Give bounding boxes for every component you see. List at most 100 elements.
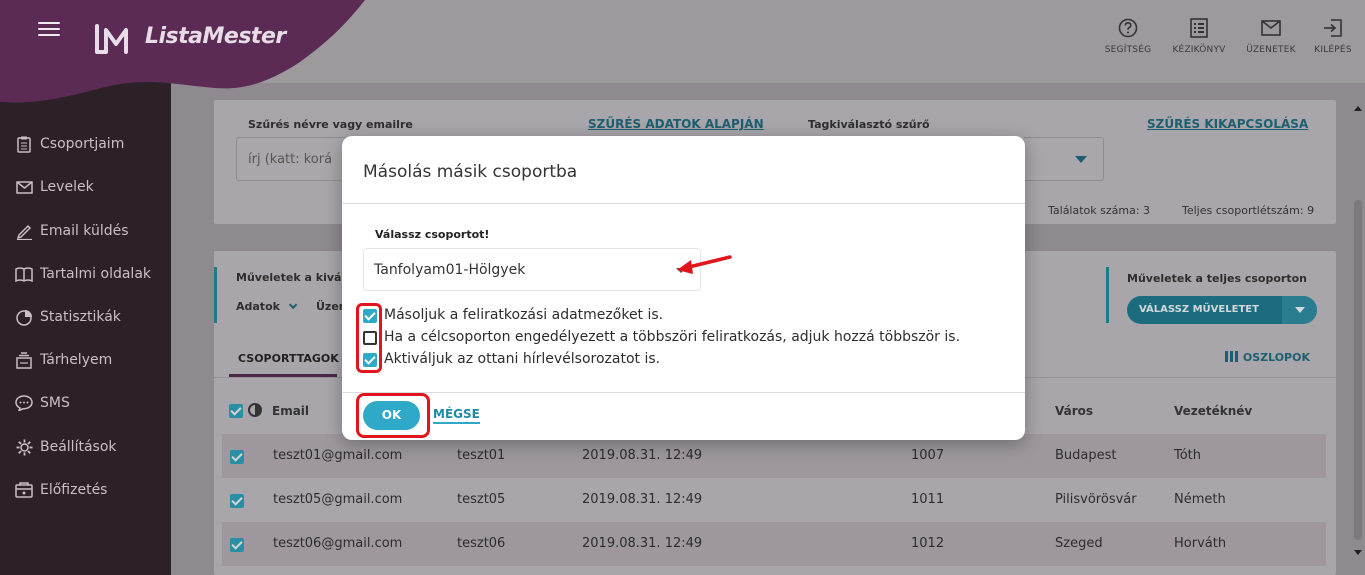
messages-label: ÜZENETEK bbox=[1246, 45, 1296, 55]
name-filter-input[interactable]: írj (katt: korá bbox=[236, 137, 356, 181]
cell-city: Pilisvörösvár bbox=[1055, 492, 1137, 507]
cell-lastname: Németh bbox=[1174, 492, 1226, 507]
gear-icon bbox=[14, 438, 34, 456]
pie-chart-icon bbox=[14, 308, 34, 326]
pencil-icon bbox=[14, 222, 34, 240]
logout-button[interactable]: KILÉPÉS bbox=[1309, 16, 1357, 55]
sidebar-item-label: Tartalmi oldalak bbox=[40, 266, 152, 282]
scrollbar[interactable] bbox=[1350, 100, 1365, 575]
dialog-title: Másolás másik csoportba bbox=[363, 162, 578, 182]
divider bbox=[1106, 267, 1109, 323]
disable-filter-link[interactable]: SZŰRÉS KIKAPCSOLÁSA bbox=[1147, 117, 1308, 131]
table-row[interactable]: teszt05@gmail.com teszt05 2019.08.31. 12… bbox=[222, 478, 1326, 522]
dropdown-toggle[interactable] bbox=[1282, 296, 1317, 324]
divider bbox=[214, 267, 217, 323]
selected-actions-label: Műveletek a kivál bbox=[236, 271, 346, 284]
table-row[interactable]: teszt01@gmail.com teszt01 2019.08.31. 12… bbox=[222, 434, 1326, 478]
cell-email: teszt06@gmail.com bbox=[273, 536, 403, 551]
tag-filter-select[interactable] bbox=[1024, 137, 1104, 181]
book-icon bbox=[14, 265, 34, 283]
row-checkbox[interactable] bbox=[230, 538, 244, 552]
storage-icon bbox=[14, 351, 34, 369]
sidebar-item-statistics[interactable]: Statisztikák bbox=[14, 308, 121, 326]
help-button[interactable]: SEGÍTSÉG bbox=[1098, 16, 1158, 55]
logout-icon bbox=[1309, 16, 1357, 40]
cell-zip: 1011 bbox=[911, 492, 945, 507]
table-row[interactable]: teszt06@gmail.com teszt06 2019.08.31. 12… bbox=[222, 522, 1326, 566]
select-all-checkbox[interactable] bbox=[229, 404, 243, 418]
data-menu-label: Adatok bbox=[236, 300, 280, 313]
activate-series-label: Aktiváljuk az ottani hírlevélsorozatot i… bbox=[384, 351, 661, 367]
columns-label: OSZLOPOK bbox=[1242, 351, 1310, 364]
chevron-down-icon bbox=[1295, 307, 1305, 313]
column-header-lastname[interactable]: Vezetéknév bbox=[1174, 404, 1252, 418]
cell-date: 2019.08.31. 12:49 bbox=[582, 448, 703, 463]
name-filter-label: Szűrés névre vagy emailre bbox=[248, 118, 413, 131]
sidebar-item-label: Csoportjaim bbox=[40, 136, 125, 152]
scroll-down-icon[interactable] bbox=[1354, 550, 1362, 555]
sidebar-item-subscription[interactable]: Előfizetés bbox=[14, 481, 107, 499]
multi-subscribe-label: Ha a célcsoporton engedélyezett a többsz… bbox=[384, 329, 961, 345]
cell-city: Budapest bbox=[1055, 448, 1117, 463]
choose-action-label: VÁLASSZ MŰVELETET bbox=[1139, 304, 1259, 315]
logo-icon bbox=[94, 24, 140, 58]
sidebar-item-content-pages[interactable]: Tartalmi oldalak bbox=[14, 265, 151, 283]
ok-highlight bbox=[356, 393, 430, 438]
cell-date: 2019.08.31. 12:49 bbox=[582, 536, 703, 551]
group-select-label: Válassz csoportot! bbox=[375, 228, 490, 241]
contrast-icon[interactable] bbox=[248, 403, 262, 417]
sidebar-item-sms[interactable]: SMS bbox=[14, 394, 70, 412]
subscription-icon bbox=[14, 481, 34, 499]
cell-email: teszt05@gmail.com bbox=[273, 492, 403, 507]
name-filter-placeholder: írj (katt: korá bbox=[248, 152, 333, 167]
filter-by-data-link[interactable]: SZŰRÉS ADATOK ALAPJÁN bbox=[588, 117, 764, 131]
data-menu[interactable]: Adatok bbox=[236, 300, 298, 313]
scrollbar-thumb[interactable] bbox=[1354, 200, 1362, 540]
group-select[interactable]: Tanfolyam01-Hölgyek bbox=[363, 248, 701, 291]
cancel-button[interactable]: MÉGSE bbox=[433, 407, 480, 424]
sidebar-item-letters[interactable]: Levelek bbox=[14, 178, 94, 196]
annotation-arrow-icon bbox=[677, 255, 732, 274]
menu-icon[interactable] bbox=[38, 22, 60, 38]
group-actions-label: Műveletek a teljes csoporton bbox=[1127, 272, 1307, 285]
row-checkbox[interactable] bbox=[230, 494, 244, 508]
cell-user: teszt06 bbox=[457, 536, 506, 551]
copy-group-dialog: Másolás másik csoportba Válassz csoporto… bbox=[342, 136, 1025, 440]
columns-icon bbox=[1225, 351, 1239, 362]
chevron-down-icon bbox=[1075, 156, 1087, 163]
column-header-email[interactable]: Email bbox=[272, 404, 309, 418]
tag-filter-label: Tagkiválasztó szűrő bbox=[808, 118, 930, 131]
messages-button[interactable]: ÜZENETEK bbox=[1241, 16, 1301, 55]
manual-icon bbox=[1166, 16, 1232, 40]
scroll-up-icon[interactable] bbox=[1354, 106, 1362, 111]
logout-label: KILÉPÉS bbox=[1314, 45, 1352, 55]
group-select-value: Tanfolyam01-Hölgyek bbox=[374, 262, 526, 278]
total-count: Teljes csoportlétszám: 9 bbox=[1182, 204, 1315, 217]
manual-label: KÉZIKÖNYV bbox=[1172, 45, 1226, 55]
columns-button[interactable]: OSZLOPOK bbox=[1225, 351, 1310, 364]
tab-members[interactable]: CSOPORTTAGOK bbox=[238, 352, 339, 365]
logo-background bbox=[0, 0, 365, 103]
sidebar-item-label: Levelek bbox=[40, 179, 94, 195]
divider bbox=[342, 203, 1025, 204]
column-header-city[interactable]: Város bbox=[1055, 404, 1093, 418]
cell-lastname: Horváth bbox=[1174, 536, 1227, 551]
sidebar-item-send-email[interactable]: Email küldés bbox=[14, 222, 129, 240]
sidebar-item-storage[interactable]: Tárhelyem bbox=[14, 351, 112, 369]
cell-lastname: Tóth bbox=[1174, 448, 1202, 463]
mail-icon bbox=[1241, 16, 1301, 40]
row-checkbox[interactable] bbox=[230, 450, 244, 464]
chevron-down-icon bbox=[288, 300, 298, 310]
sidebar-item-label: SMS bbox=[40, 395, 70, 411]
sidebar-item-groups[interactable]: Csoportjaim bbox=[14, 135, 124, 153]
envelope-icon bbox=[14, 178, 34, 196]
results-count: Találatok száma: 3 bbox=[1048, 204, 1151, 217]
sidebar-item-settings[interactable]: Beállítások bbox=[14, 438, 117, 456]
app-name[interactable]: ListaMester bbox=[145, 24, 286, 49]
manual-button[interactable]: KÉZIKÖNYV bbox=[1166, 16, 1232, 55]
choose-action-button[interactable]: VÁLASSZ MŰVELETET bbox=[1127, 296, 1317, 324]
sidebar-item-label: Előfizetés bbox=[40, 482, 108, 498]
sidebar-item-label: Beállítások bbox=[40, 439, 117, 455]
cell-date: 2019.08.31. 12:49 bbox=[582, 492, 703, 507]
checkbox-highlight bbox=[356, 303, 382, 373]
